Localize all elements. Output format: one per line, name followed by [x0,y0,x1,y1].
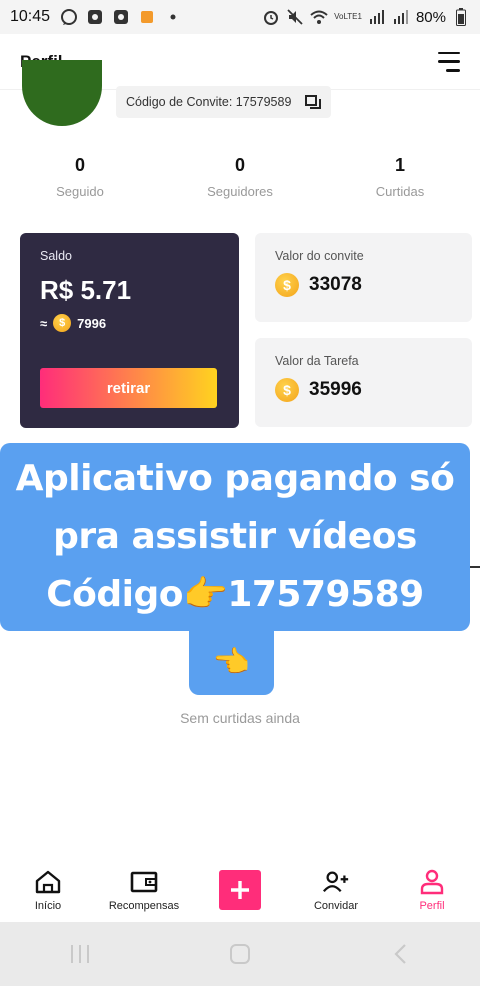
nav-home[interactable]: Início [0,860,96,912]
shield-app-icon [86,8,104,26]
menu-line-icon [438,60,460,63]
home-icon [34,868,62,896]
stat-followers[interactable]: 0 Seguidores [160,155,320,199]
whatsapp-icon [60,8,78,26]
status-time: 10:45 [10,8,51,25]
avatar [22,60,102,126]
profile-icon [418,868,446,896]
promo-banner: Aplicativo pagando só pra assistir vídeo… [0,443,470,631]
wifi-icon [310,8,328,26]
back-button[interactable] [380,934,420,974]
system-navigation-bar [0,922,480,986]
nav-invite[interactable]: Convidar [288,860,384,912]
add-video-button[interactable] [219,870,261,910]
divider [470,566,480,568]
menu-line-icon [438,51,460,54]
status-bar: 10:45 VoLTE1 80% [0,0,480,34]
balance-coins-value: 7996 [77,315,107,331]
stat-likes[interactable]: 1 Curtidas [320,155,480,199]
invite-value-card: Valor do convite $ 33078 [255,233,472,322]
stat-value: 0 [74,155,85,175]
banner-line-1: Aplicativo pagando só [15,458,455,499]
add-user-icon [322,868,350,896]
stat-following[interactable]: 0 Seguido [0,155,160,199]
pointing-hand-icon: 👈 [212,645,251,679]
banner-pointer-tab: 👈 [189,629,274,695]
invite-value-amount: 33078 [309,274,362,295]
home-square-icon [230,944,250,964]
home-system-button[interactable] [220,934,260,974]
bottom-navigation: Início Recompensas Convidar Perfil [0,860,480,922]
invite-code-box: Código de Convite: 17579589 [116,86,332,118]
invite-value-label: Valor do convite [275,249,364,263]
nav-profile[interactable]: Perfil [384,860,480,912]
invite-code-text: Código de Convite: 17579589 [126,95,292,109]
battery-percent: 80% [415,8,446,26]
stat-label: Seguido [56,184,104,199]
coin-icon: $ [275,378,299,402]
approx-symbol: ≈ [40,315,48,331]
menu-line-icon [446,69,460,72]
coin-icon: $ [275,273,299,297]
balance-coins: ≈ $ 7996 [40,314,219,332]
signal-icon [368,8,386,26]
back-chevron-icon [394,944,406,964]
task-value-card: Valor da Tarefa $ 35996 [255,338,472,427]
system-icons: VoLTE1 80% [262,8,470,26]
copy-icon[interactable] [305,95,322,109]
plus-icon [231,881,249,899]
notification-icons [60,8,182,26]
volte-label: VoLTE1 [334,12,362,21]
nav-profile-label: Perfil [419,900,445,912]
task-value-row: $ 35996 [275,378,452,402]
alarm-icon [262,8,280,26]
profile-stats: 0 Seguido 0 Seguidores 1 Curtidas [0,155,480,199]
balance-card: Saldo R$ 5.71 ≈ $ 7996 retirar [20,233,239,428]
recent-apps-icon [71,945,89,963]
stat-label: Curtidas [375,184,425,199]
app-notification-icon [138,8,156,26]
banner-line-2: pra assistir vídeos [53,516,417,557]
signal-icon-2 [392,8,410,26]
invite-value-row: $ 33078 [275,273,452,297]
banner-line-3: Código👉17579589 [46,574,424,615]
coin-icon: $ [53,314,72,332]
mute-icon [286,8,304,26]
nav-add[interactable] [192,860,288,910]
empty-likes-text: Sem curtidas ainda [180,710,300,726]
nav-invite-label: Convidar [313,900,359,912]
task-value-amount: 35996 [309,379,362,400]
stat-label: Seguidores [207,184,273,199]
balance-label: Saldo [40,249,72,263]
balance-amount: R$ 5.71 [40,275,132,305]
battery-icon [452,8,470,26]
more-dot-icon [164,8,182,26]
shield-app-icon-2 [112,8,130,26]
withdraw-button[interactable]: retirar [40,368,217,408]
nav-rewards-label: Recompensas [108,900,180,912]
recent-apps-button[interactable] [60,934,100,974]
wallet-icon [130,868,158,896]
stat-value: 1 [394,155,405,175]
stat-value: 0 [234,155,245,175]
menu-button[interactable] [436,51,460,72]
nav-rewards[interactable]: Recompensas [96,860,192,912]
task-value-label: Valor da Tarefa [275,354,359,368]
nav-home-label: Início [34,900,62,912]
